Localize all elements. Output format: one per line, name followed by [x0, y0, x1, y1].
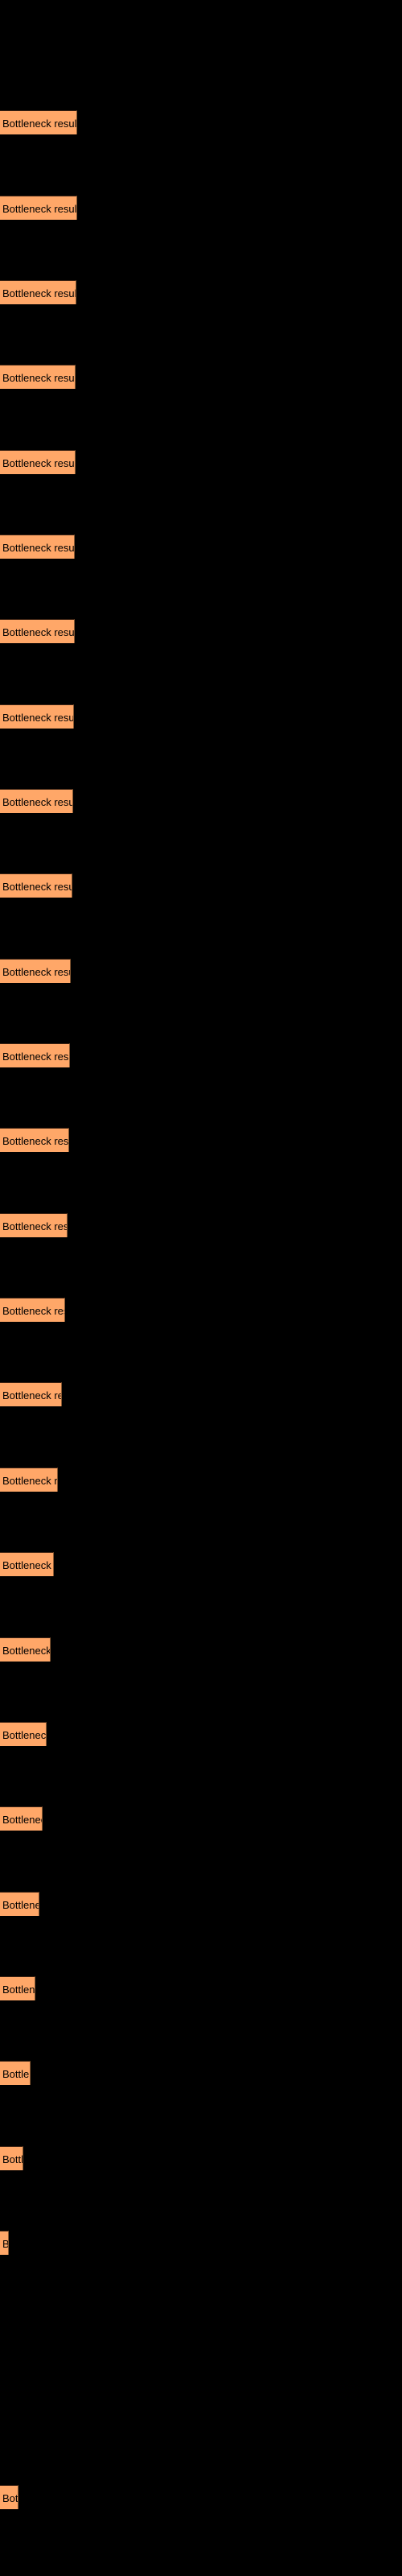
bar[interactable]: Bottleneck result	[0, 789, 73, 813]
bar-label: Bottleneck result	[2, 626, 75, 639]
bar-label: Bottleneck result	[2, 1814, 42, 1827]
bar[interactable]: Bottleneck result	[0, 1212, 68, 1237]
bar-label: Bottleneck result	[2, 1474, 58, 1487]
bar-label: Bottleneck result	[2, 372, 76, 385]
bar-label: Bottleneck result	[2, 1983, 35, 1996]
bar[interactable]: Bottleneck result	[0, 704, 74, 729]
bar[interactable]: Bottleneck result	[0, 195, 77, 220]
bar-label: Bottleneck result	[2, 1135, 69, 1148]
bar[interactable]: Bottleneck result	[0, 2230, 9, 2255]
plot-area: Bottleneck result Bottleneck result Bottle…	[0, 0, 402, 2576]
bar-label: Bottleneck result	[2, 1305, 64, 1318]
bar-label: Bottleneck result	[2, 2492, 18, 2504]
bar[interactable]: Bottleneck result	[0, 1552, 54, 1577]
bar-label: Bottleneck result	[2, 456, 76, 469]
bar-label: Bottleneck result	[2, 1728, 47, 1741]
bar[interactable]: Bottleneck result	[0, 1467, 58, 1492]
bar[interactable]: Bottleneck result	[0, 1891, 39, 1916]
bar[interactable]: Bottleneck result	[0, 1721, 47, 1746]
bar-label: Bottleneck result	[2, 711, 74, 724]
bar[interactable]: Bottleneck result	[0, 2145, 23, 2170]
bar-label: Bottleneck result	[2, 287, 76, 299]
bar-label: Bottleneck result	[2, 2153, 23, 2165]
bar[interactable]: Bottleneck result	[0, 1128, 69, 1153]
bar[interactable]: Bottleneck result	[0, 365, 76, 390]
bar[interactable]: Bottleneck result	[0, 279, 76, 304]
bar[interactable]: Bottleneck result	[0, 110, 77, 135]
bar-label: Bottleneck result	[2, 881, 72, 894]
bar-label: Bottleneck result	[2, 1644, 51, 1657]
bar-label: Bottleneck result	[2, 541, 75, 554]
bar-label: Bottleneck result	[2, 1389, 61, 1402]
bar-label: Bottleneck result	[2, 1559, 53, 1572]
bar-label: Bottleneck result	[2, 1220, 68, 1232]
bar[interactable]: Bottleneck result	[0, 958, 71, 983]
bar[interactable]: Bottleneck result	[0, 1043, 70, 1068]
bottleneck-bar-chart: Bottleneck result Bottleneck result Bottle…	[0, 0, 402, 2576]
bar[interactable]: Bottleneck result	[0, 1637, 51, 1662]
bar[interactable]: Bottleneck result	[0, 2061, 31, 2086]
bar[interactable]: Bottleneck result	[0, 619, 75, 644]
bar-label: Bottleneck result	[2, 2068, 30, 2081]
bar[interactable]: Bottleneck result	[0, 1382, 62, 1407]
bar[interactable]: Bottleneck result	[0, 534, 75, 559]
bar-label: Bottleneck result	[2, 2237, 9, 2250]
bar-label: Bottleneck result	[2, 1051, 69, 1063]
bar-label: Bottleneck result	[2, 118, 77, 130]
bar[interactable]: Bottleneck result	[0, 1975, 35, 2000]
bar[interactable]: Bottleneck result	[0, 1806, 43, 1831]
bar-label: Bottleneck result	[2, 965, 70, 978]
bar-label: Bottleneck result	[2, 1898, 39, 1911]
bar-label: Bottleneck result	[2, 202, 77, 215]
bar[interactable]: Bottleneck result	[0, 449, 76, 474]
bar-label: Bottleneck result	[2, 796, 73, 808]
bar[interactable]: Bottleneck result	[0, 1298, 65, 1323]
bar[interactable]: Bottleneck result	[0, 873, 72, 898]
bar[interactable]: Bottleneck result	[0, 2485, 18, 2509]
